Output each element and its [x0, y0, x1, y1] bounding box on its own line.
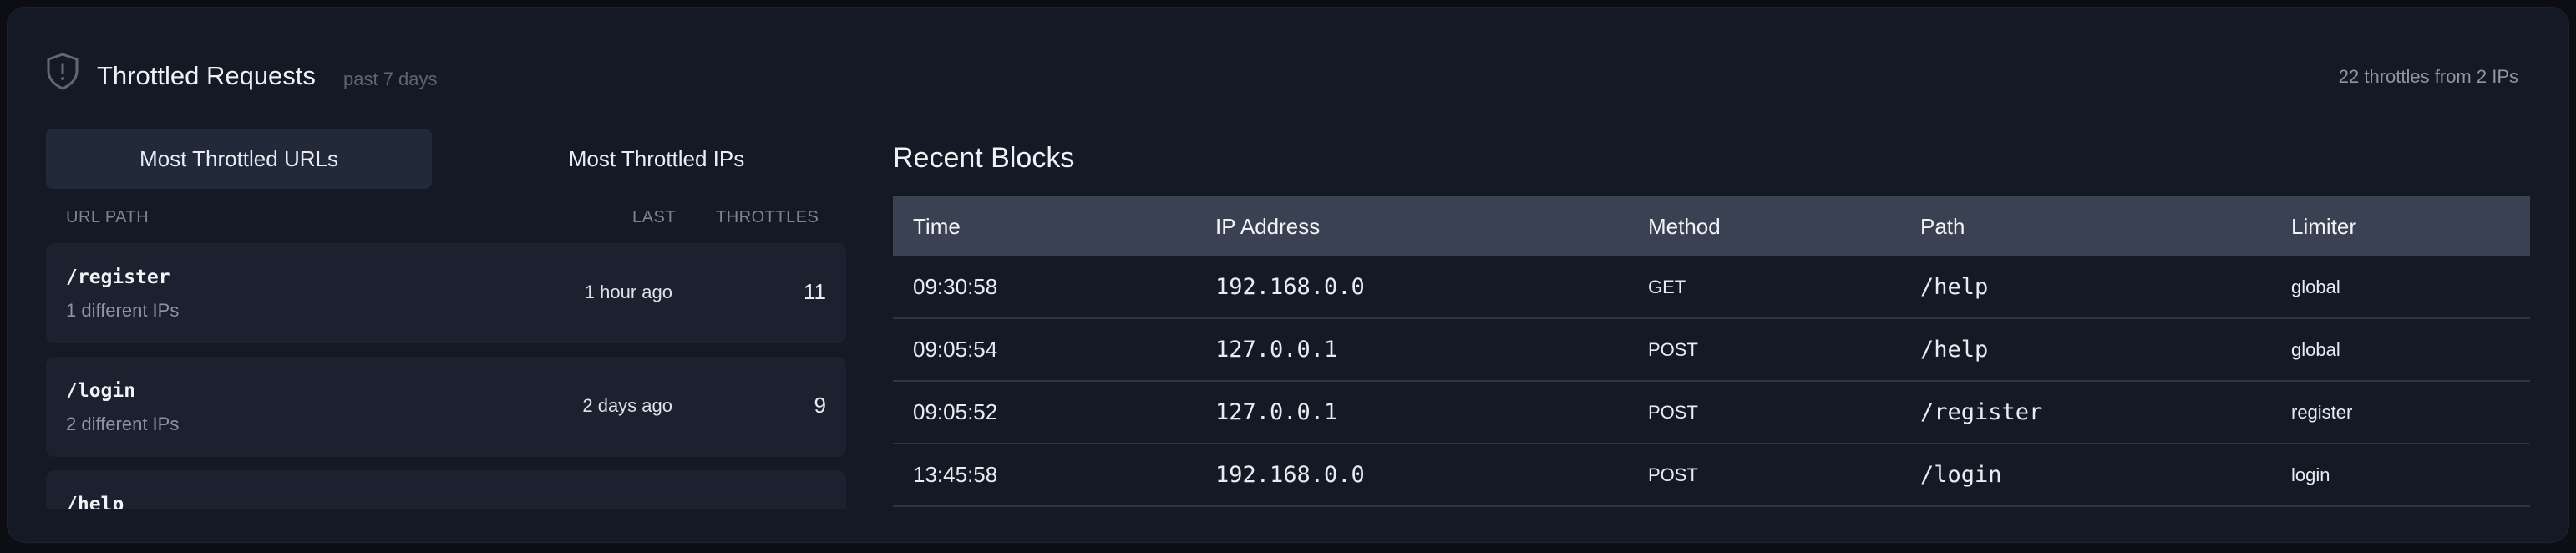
page-title: Throttled Requests: [97, 61, 316, 90]
shield-alert-icon: [47, 53, 79, 90]
last-throttled: 1 hour ago: [584, 282, 672, 302]
cell-ip-address: 127.0.0.1: [1215, 337, 1338, 363]
throttled-urls-list: /register 1 different IPs 1 hour ago 11 …: [46, 243, 846, 509]
table-row[interactable]: 13:45:58 192.168.0.0 POST /login login: [893, 444, 2530, 507]
table-row[interactable]: 09:05:52 127.0.0.1 POST /register regist…: [893, 382, 2530, 444]
column-header-last: LAST: [632, 208, 677, 226]
ip-count: 1 different IPs: [66, 300, 180, 321]
cell-method: POST: [1648, 464, 1698, 485]
cell-method: POST: [1648, 339, 1698, 360]
cell-limiter: global: [2291, 276, 2340, 297]
period-label: past 7 days: [343, 68, 438, 89]
cell-time: 09:30:58: [913, 274, 998, 299]
cell-ip-address: 192.168.0.0: [1215, 462, 1365, 488]
column-header-throttles: THROTTLES: [716, 208, 819, 226]
column-header-limiter: Limiter: [2291, 214, 2357, 239]
cell-path: /help: [1920, 274, 1989, 300]
url-path: /login: [66, 380, 136, 402]
cell-path: /login: [1920, 462, 2002, 488]
column-header-url-path: URL PATH: [66, 208, 150, 226]
cell-method: POST: [1648, 402, 1698, 423]
cell-time: 13:45:58: [913, 462, 998, 487]
cell-limiter: login: [2291, 464, 2330, 485]
cell-ip-address: 127.0.0.1: [1215, 399, 1338, 425]
last-throttled: 2 days ago: [582, 395, 672, 416]
url-path: /register: [66, 266, 170, 288]
recent-blocks-title: Recent Blocks: [893, 142, 1075, 174]
column-header-ip-address: IP Address: [1215, 214, 1321, 239]
cell-limiter: register: [2291, 402, 2353, 423]
throttled-requests-card: Throttled Requests past 7 days 22 thrott…: [7, 7, 2569, 543]
column-header-time: Time: [913, 214, 961, 239]
recent-blocks-table: Time IP Address Method Path Limiter 09:3…: [893, 196, 2530, 507]
list-item[interactable]: /login 2 different IPs 2 days ago 9: [46, 357, 846, 457]
table-row[interactable]: 09:30:58 192.168.0.0 GET /help global: [893, 256, 2530, 319]
tab-most-throttled-ips[interactable]: Most Throttled IPs: [464, 129, 849, 189]
cell-ip-address: 192.168.0.0: [1215, 274, 1365, 300]
ip-count: 2 different IPs: [66, 413, 180, 434]
url-path: /help: [66, 494, 124, 509]
throttle-count: 11: [804, 279, 826, 304]
list-item[interactable]: /help: [46, 470, 846, 509]
cell-limiter: global: [2291, 339, 2340, 360]
cell-path: /register: [1920, 399, 2043, 425]
cell-time: 09:05:52: [913, 399, 998, 424]
table-row[interactable]: 09:05:54 127.0.0.1 POST /help global: [893, 319, 2530, 382]
cell-path: /help: [1920, 337, 1989, 363]
throttle-summary: 22 throttles from 2 IPs: [2338, 66, 2518, 87]
cell-method: GET: [1648, 276, 1686, 297]
table-header: Time IP Address Method Path Limiter: [893, 196, 2530, 256]
column-header-path: Path: [1920, 214, 1965, 239]
tab-most-throttled-urls[interactable]: Most Throttled URLs: [46, 129, 432, 189]
list-item[interactable]: /register 1 different IPs 1 hour ago 11: [46, 243, 846, 343]
cell-time: 09:05:54: [913, 337, 998, 362]
throttle-count: 9: [814, 393, 826, 418]
column-header-method: Method: [1648, 214, 1721, 239]
